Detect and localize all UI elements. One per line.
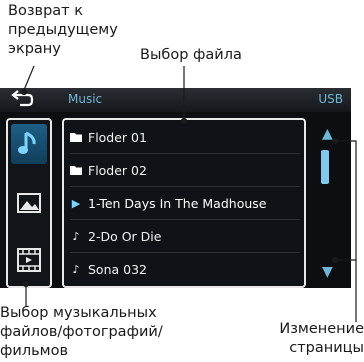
list-item-label: Sona 032 bbox=[88, 261, 147, 277]
device-screen: Music USB Floder 01 Floder 02 ▶ 1-Ten Da… bbox=[0, 88, 351, 288]
file-list: Floder 01 Floder 02 ▶ 1-Ten Days In The … bbox=[62, 118, 306, 288]
music-note-icon: ♪ bbox=[72, 262, 80, 276]
callout-back-to-previous: Возврат к предыдущему экрану bbox=[8, 2, 158, 59]
music-icon bbox=[18, 131, 36, 154]
callout-line: Возврат к bbox=[8, 3, 83, 19]
callout-media-select: Выбор музыкальных файлов/фотографий/ фил… bbox=[0, 304, 232, 361]
callout-line: Изменение bbox=[279, 321, 364, 337]
folder-icon bbox=[68, 165, 84, 175]
music-button[interactable] bbox=[11, 124, 47, 164]
page-down-icon[interactable]: ▼ bbox=[322, 264, 333, 280]
callout-line: файлов/фотографий/ bbox=[0, 324, 163, 340]
row-divider bbox=[70, 153, 300, 154]
callout-line: фильмов bbox=[0, 343, 68, 359]
leader-back bbox=[23, 65, 35, 91]
play-icon: ▶ bbox=[71, 196, 81, 210]
video-icon bbox=[17, 248, 41, 272]
list-item-label: Floder 02 bbox=[88, 162, 147, 178]
scrollbar-thumb[interactable] bbox=[321, 150, 329, 184]
row-divider bbox=[70, 219, 300, 220]
media-type-selector bbox=[6, 118, 52, 288]
top-bar: Music USB bbox=[0, 88, 351, 112]
music-note-icon: ♪ bbox=[72, 229, 80, 243]
list-item-track-selected[interactable]: ▶ 1-Ten Days In The Madhouse bbox=[68, 188, 302, 218]
back-arrow-icon bbox=[11, 90, 34, 107]
callout-file-select: Выбор файла bbox=[140, 47, 242, 63]
source-title: Music bbox=[68, 92, 103, 106]
list-item-label: Floder 01 bbox=[88, 129, 147, 145]
photo-icon bbox=[17, 193, 41, 213]
list-item-track[interactable]: ♪ 2-Do Or Die bbox=[68, 221, 302, 251]
photo-button[interactable] bbox=[11, 183, 47, 223]
list-item-label: 2-Do Or Die bbox=[88, 228, 162, 244]
callout-line: предыдущему bbox=[8, 22, 118, 38]
callout-line: экрану bbox=[8, 41, 61, 57]
page-scroll: ▲ ▼ bbox=[310, 118, 344, 284]
list-item-label: 1-Ten Days In The Madhouse bbox=[88, 195, 267, 211]
page-up-icon[interactable]: ▲ bbox=[322, 126, 333, 142]
callout-line: страницы bbox=[289, 340, 364, 356]
row-divider bbox=[70, 252, 300, 253]
video-button[interactable] bbox=[11, 240, 47, 280]
row-divider bbox=[70, 186, 300, 187]
callout-line: Выбор музыкальных bbox=[0, 305, 157, 321]
list-item-folder[interactable]: Floder 01 bbox=[68, 122, 302, 152]
list-item-folder[interactable]: Floder 02 bbox=[68, 155, 302, 185]
list-item-track[interactable]: ♪ Sona 032 bbox=[68, 254, 302, 284]
source-label: USB bbox=[318, 92, 343, 106]
folder-icon bbox=[68, 132, 84, 142]
back-button[interactable] bbox=[10, 90, 36, 110]
callout-page-change: Изменение страницы bbox=[258, 320, 364, 358]
